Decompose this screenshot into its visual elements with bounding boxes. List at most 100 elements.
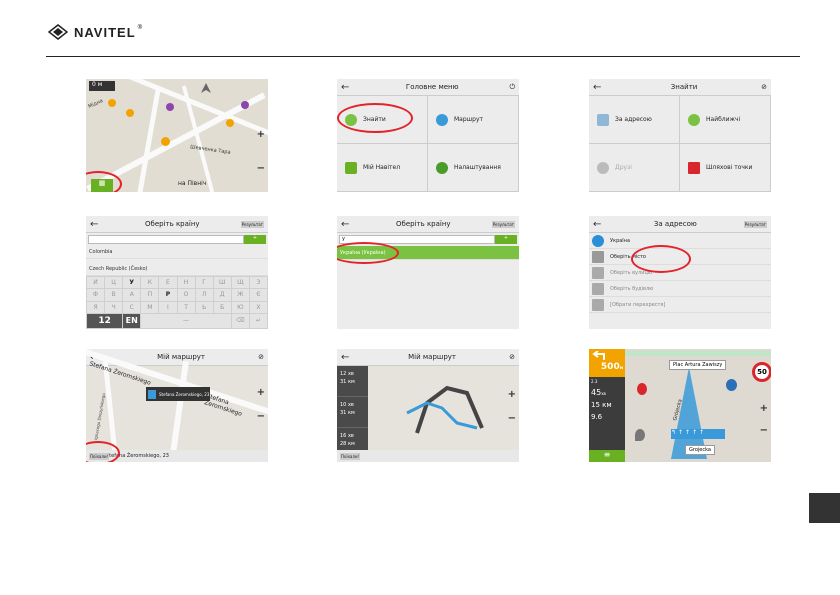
key[interactable]: Є [249,289,267,301]
zoom-out-button[interactable]: − [508,413,516,424]
zoom-out-button[interactable]: − [760,425,768,436]
key[interactable]: Щ [231,277,249,289]
key[interactable]: Ц [105,277,123,289]
poi-pin-icon[interactable] [726,379,737,391]
key[interactable]: И [87,277,105,289]
key[interactable]: Ь [195,301,213,313]
key[interactable]: У [123,277,141,289]
menu-item-friends[interactable]: Друзі [589,144,680,192]
highlight-circle [631,245,691,273]
back-icon[interactable]: ← [90,219,104,230]
results-button[interactable]: Результат [491,220,515,228]
results-button[interactable]: Результат [743,220,767,228]
key[interactable]: Р [159,289,177,301]
key[interactable]: Ю [231,301,249,313]
page-title: Оберіть країну [396,220,451,228]
address-row-building[interactable]: Оберіть будівлю [589,281,771,297]
key[interactable]: Б [213,301,231,313]
location-popup[interactable]: Stefana Żeromskiego, 23 [146,387,210,401]
key[interactable]: Ш [213,277,231,289]
menu-item-my-navitel[interactable]: Мій Навітел [337,144,428,192]
zoom-in-button[interactable]: + [257,129,265,140]
menu-item-waypoints[interactable]: Шляхові точки [680,144,771,192]
poi-icon[interactable] [108,99,116,107]
current-speed: 9.6 [591,413,603,421]
no-gps-icon[interactable]: ⊘ [258,353,264,361]
zoom-in-button[interactable]: + [508,389,516,400]
key[interactable]: О [177,289,195,301]
route-icon [436,113,448,126]
zoom-out-button[interactable]: − [257,411,265,422]
poi-icon[interactable] [166,103,174,111]
header: ← Знайти ⊘ [589,79,771,96]
zoom-in-button[interactable]: + [760,403,768,414]
poi-icon[interactable] [161,137,170,146]
key[interactable]: З [249,277,267,289]
key[interactable]: Д [213,289,231,301]
screenshot-navigation: 500м 2.3 45хв 15 км 9.6 ≡ Plac Artura Za… [589,349,771,462]
key[interactable]: К [141,277,159,289]
key[interactable]: Я [87,301,105,313]
key[interactable]: Х [249,301,267,313]
page-title: Знайти [670,83,698,91]
street-label: на Північ [178,180,207,187]
key[interactable]: І [159,301,177,313]
route-option[interactable]: 12 хв 31 км [337,366,368,397]
key[interactable]: С [123,301,141,313]
poi-pin-icon[interactable] [635,429,645,441]
key[interactable]: Ч [105,301,123,313]
add-button[interactable]: + [495,235,517,244]
navitel-logo-icon [48,24,68,40]
popup-text: Stefana Żeromskiego, 23 [159,391,210,397]
menu-item-route[interactable]: Маршрут [428,96,519,144]
address-row-crossing[interactable]: [Обрати перехрестя] [589,297,771,313]
route-option[interactable]: 10 хв 31 км [337,397,368,428]
list-item[interactable]: Czech Republic (Česko) [86,263,268,276]
key[interactable]: В [105,289,123,301]
enter-key[interactable]: ↵ [249,313,267,328]
poi-pin-icon[interactable] [637,383,647,395]
key[interactable]: А [123,289,141,301]
back-icon[interactable]: ← [593,219,607,230]
add-button[interactable]: + [244,235,266,244]
scale-box: 0 м [89,81,115,91]
list-item[interactable]: Colombia [86,246,268,259]
menu-item-by-address[interactable]: За адресою [589,96,680,144]
building-icon [592,282,604,295]
language-key[interactable]: EN [123,313,141,328]
no-gps-icon[interactable]: ⊘ [509,353,515,361]
back-icon[interactable]: ← [593,82,607,93]
go-button[interactable]: Поїхали! [340,452,361,460]
key[interactable]: Л [195,289,213,301]
search-input[interactable] [88,235,244,244]
compass-icon[interactable] [200,82,212,94]
back-icon[interactable]: ← [341,82,355,93]
power-icon[interactable]: ⏻ [509,83,515,92]
zoom-in-button[interactable]: + [257,387,265,398]
poi-icon[interactable] [226,119,234,127]
numbers-key[interactable]: 12 [87,313,123,328]
back-icon[interactable]: ← [341,352,355,363]
address-row-country[interactable]: Україна [589,233,771,249]
address-row-label: Україна [610,237,631,244]
key[interactable]: Г [195,277,213,289]
poi-icon[interactable] [241,101,249,109]
menu-item-nearby[interactable]: Найближчі [680,96,771,144]
key[interactable]: Т [177,301,195,313]
key[interactable]: Н [177,277,195,289]
space-key[interactable]: — [141,313,231,328]
menu-icon[interactable]: ≡ [589,450,625,462]
poi-icon[interactable] [126,109,134,117]
key[interactable]: М [141,301,159,313]
results-button[interactable]: Результат [240,220,264,228]
backspace-key[interactable]: ⌫ [231,313,249,328]
key[interactable]: Ж [231,289,249,301]
no-gps-icon[interactable]: ⊘ [761,83,767,91]
zoom-out-button[interactable]: − [257,163,265,174]
back-icon[interactable]: ← [341,219,355,230]
key[interactable]: Е [159,277,177,289]
key[interactable]: П [141,289,159,301]
key[interactable]: Ф [87,289,105,301]
time-value: 45 [591,388,602,397]
menu-item-settings[interactable]: Налаштування [428,144,519,192]
